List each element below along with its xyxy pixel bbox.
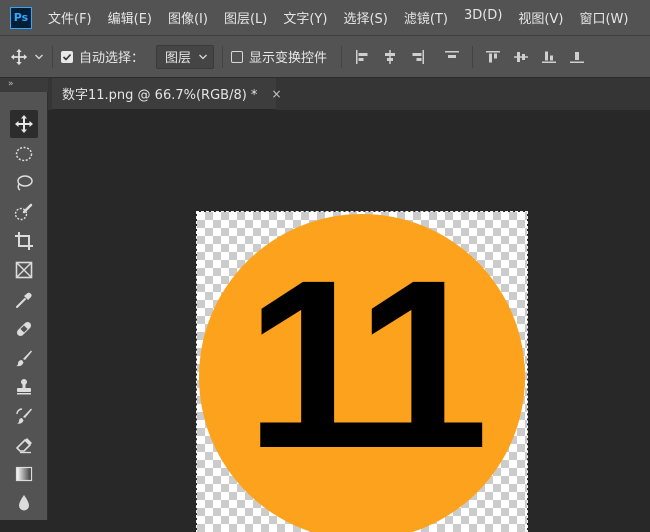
document-tab[interactable]: 数字11.png @ 66.7%(RGB/8) * ×	[52, 78, 282, 110]
separator	[341, 45, 343, 68]
eraser-tool[interactable]	[10, 431, 38, 459]
canvas-area[interactable]: 11	[48, 110, 650, 532]
menu-edit[interactable]: 编辑(E)	[100, 8, 160, 27]
history-brush-icon	[16, 408, 32, 424]
quick-selection-tool[interactable]	[10, 198, 38, 226]
toolbar	[0, 92, 48, 520]
crop-icon	[15, 232, 33, 250]
align-left-icon	[356, 49, 368, 64]
eyedropper-icon	[16, 292, 32, 308]
document-tab-bar: 数字11.png @ 66.7%(RGB/8) * ×	[48, 78, 650, 110]
menu-layer[interactable]: 图层(L)	[216, 8, 275, 27]
separator	[472, 45, 474, 68]
water-drop-icon	[19, 495, 29, 511]
align-top-edge-icon	[486, 50, 501, 62]
align-bottom-edge-icon	[542, 51, 557, 63]
menu-file[interactable]: 文件(F)	[40, 8, 100, 27]
align-top-edge-button[interactable]	[481, 45, 505, 69]
canvas-number-text: 11	[245, 230, 489, 498]
menu-image[interactable]: 图像(I)	[160, 8, 216, 27]
document-tab-title: 数字11.png @ 66.7%(RGB/8) *	[62, 88, 258, 103]
menu-items: 文件(F) 编辑(E) 图像(I) 图层(L) 文字(Y) 选择(S) 滤镜(T…	[40, 8, 636, 27]
quick-selection-icon	[14, 203, 33, 221]
move-icon	[15, 115, 33, 133]
toolbar-collapse-toggle[interactable]: »	[0, 78, 48, 92]
align-horizontal-group	[350, 45, 464, 69]
menu-bar: Ps 文件(F) 编辑(E) 图像(I) 图层(L) 文字(Y) 选择(S) 滤…	[0, 0, 650, 36]
move-icon	[10, 48, 28, 65]
menu-3d[interactable]: 3D(D)	[456, 8, 510, 27]
auto-select-checkbox[interactable]	[61, 50, 73, 63]
menu-filter[interactable]: 滤镜(T)	[396, 8, 456, 27]
lasso-tool[interactable]	[10, 169, 38, 197]
align-left-button[interactable]	[350, 45, 374, 69]
stamp-icon	[17, 379, 31, 395]
menu-window[interactable]: 窗口(W)	[571, 8, 636, 27]
brush-tool[interactable]	[10, 344, 38, 372]
auto-select-target-dropdown[interactable]: 图层	[156, 44, 215, 69]
show-transform-checkbox[interactable]	[231, 50, 244, 63]
align-vertical-group	[481, 45, 589, 69]
document-canvas[interactable]: 11	[196, 211, 528, 532]
elliptical-marquee-tool[interactable]	[10, 140, 38, 168]
separator	[222, 45, 224, 68]
auto-select-option: 自动选择：	[61, 47, 144, 66]
close-icon[interactable]: ×	[271, 87, 281, 101]
brush-icon	[16, 350, 32, 367]
menu-view[interactable]: 视图(V)	[510, 8, 571, 27]
menu-type[interactable]: 文字(Y)	[275, 8, 335, 27]
eraser-icon	[15, 438, 32, 454]
lasso-icon	[17, 175, 33, 191]
align-bottom-button[interactable]	[565, 45, 589, 69]
tool-preset-picker[interactable]	[10, 48, 44, 66]
show-transform-option: 显示变换控件	[231, 47, 327, 66]
history-brush-tool[interactable]	[10, 402, 38, 430]
align-bottom-icon	[570, 51, 585, 63]
align-horizontal-center-button[interactable]	[378, 45, 402, 69]
align-vertical-center-button[interactable]	[509, 45, 533, 69]
eyedropper-tool[interactable]	[10, 286, 38, 314]
healing-brush-tool[interactable]	[10, 315, 38, 343]
gradient-tool[interactable]	[10, 460, 38, 488]
align-bottom-edge-button[interactable]	[537, 45, 561, 69]
align-top-button[interactable]	[440, 45, 464, 69]
frame-icon	[15, 261, 33, 279]
separator	[52, 45, 53, 68]
frame-tool[interactable]	[10, 256, 38, 284]
align-top-icon	[445, 50, 460, 58]
options-bar: 自动选择： 图层 显示变换控件	[0, 36, 650, 78]
bandage-icon	[16, 321, 32, 337]
clone-stamp-tool[interactable]	[10, 373, 38, 401]
ellipse-marquee-icon	[15, 146, 33, 162]
move-tool[interactable]	[10, 110, 38, 138]
menu-select[interactable]: 选择(S)	[335, 8, 395, 27]
auto-select-target-value: 图层	[165, 51, 192, 66]
align-right-button[interactable]	[406, 45, 430, 69]
gradient-icon	[15, 466, 33, 482]
align-vertical-center-icon	[514, 51, 529, 62]
chevron-down-icon	[35, 54, 43, 59]
auto-select-label: 自动选择：	[79, 51, 145, 66]
align-horizontal-center-icon	[385, 49, 396, 64]
align-right-icon	[412, 49, 425, 64]
photoshop-logo[interactable]: Ps	[10, 6, 32, 29]
crop-tool[interactable]	[10, 227, 38, 255]
show-transform-label: 显示变换控件	[249, 51, 328, 66]
chevron-down-icon	[199, 54, 207, 59]
checkmark-icon	[62, 53, 72, 61]
blur-tool[interactable]	[10, 489, 38, 517]
